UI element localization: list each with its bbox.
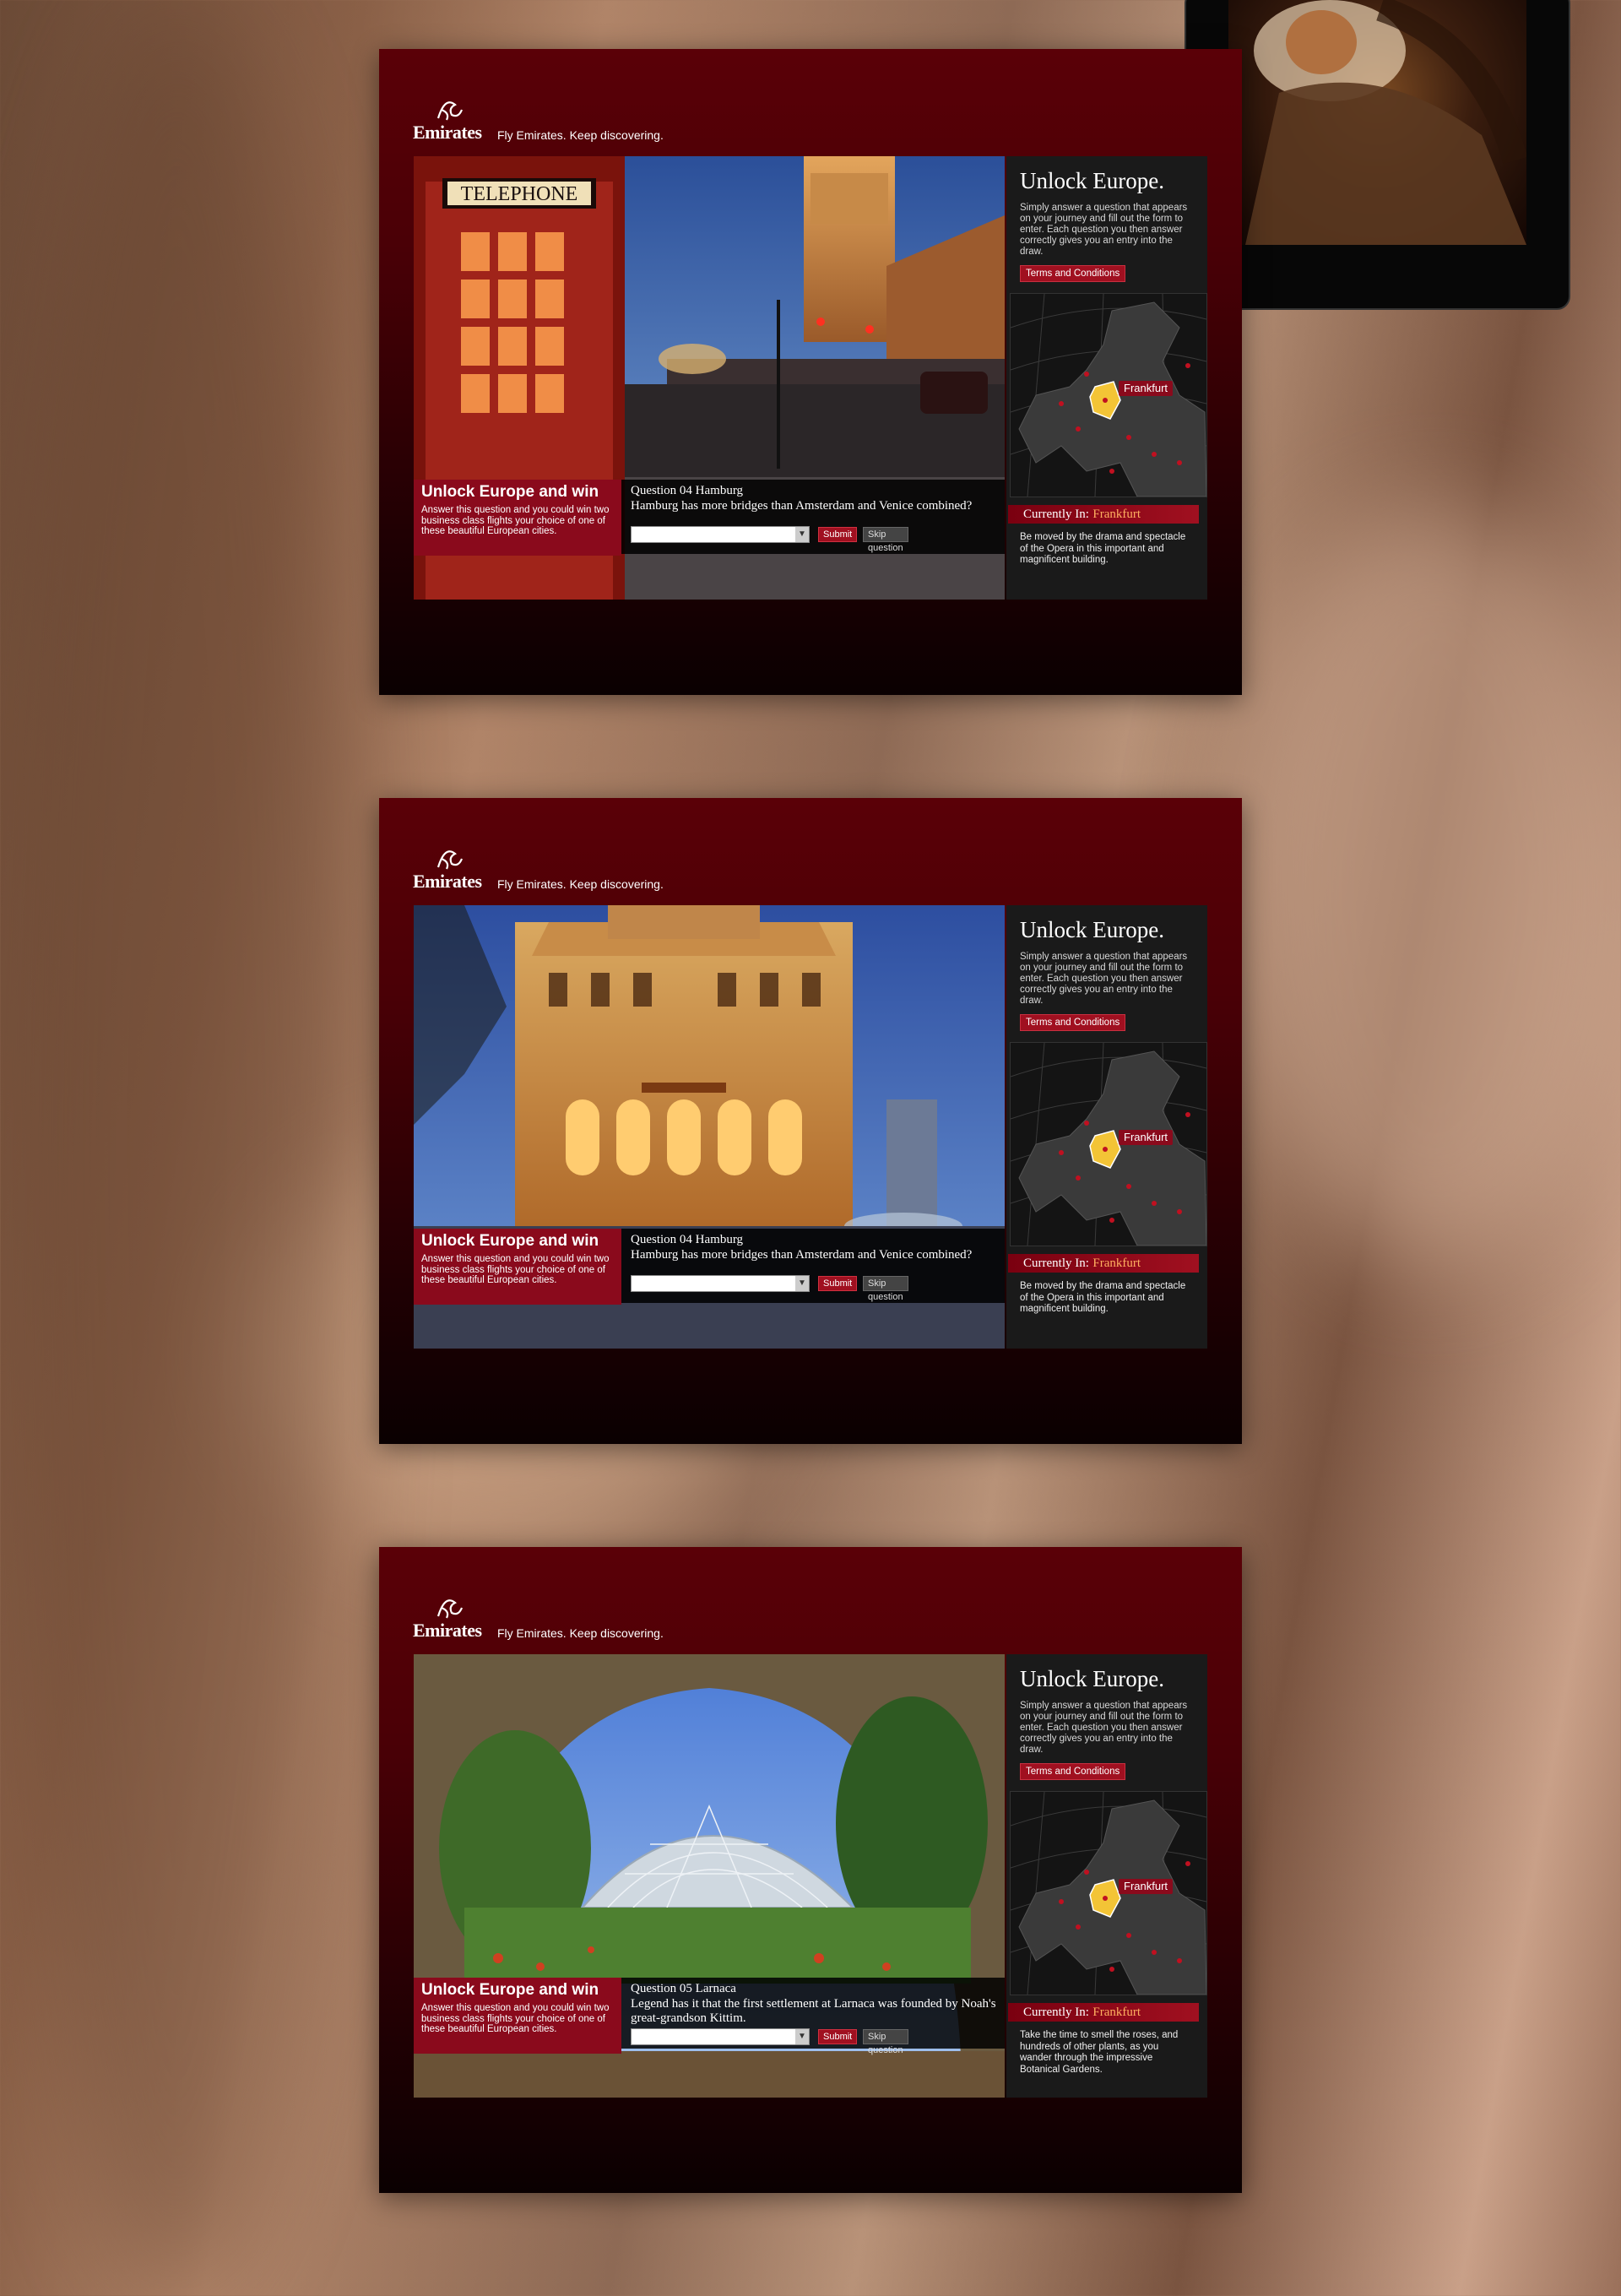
promo-text: Answer this question and you could win t… xyxy=(421,1254,610,1285)
tagline: Fly Emirates. Keep discovering. xyxy=(497,877,664,891)
answer-select[interactable]: ▼ xyxy=(631,526,810,543)
emirates-logo[interactable]: Emirates xyxy=(413,93,482,144)
phone-box-sign: TELEPHONE xyxy=(461,183,578,205)
emirates-logo[interactable]: Emirates xyxy=(413,1591,482,1642)
terms-button[interactable]: Terms and Conditions xyxy=(1020,265,1126,282)
promo-title: Unlock Europe and win xyxy=(421,1232,599,1250)
tablet-screen-photo xyxy=(1228,0,1528,245)
sidebar-title: Unlock Europe. xyxy=(1020,168,1164,193)
sidebar: Unlock Europe. Simply answer a question … xyxy=(1006,905,1207,1349)
map-pin-label[interactable]: Frankfurt xyxy=(1119,381,1174,396)
currently-in-label: Currently In: xyxy=(1023,508,1089,521)
screen-panel: Emirates Fly Emirates. Keep discovering.… xyxy=(379,1547,1242,2193)
map-pin-label[interactable]: Frankfurt xyxy=(1119,1879,1174,1894)
logo-wordmark: Emirates xyxy=(413,1620,482,1641)
emirates-calligraphy-icon xyxy=(436,1599,464,1619)
sidebar-title: Unlock Europe. xyxy=(1020,917,1164,942)
emirates-logo[interactable]: Emirates xyxy=(413,842,482,893)
background-blur xyxy=(1224,507,1621,1267)
currently-in-label: Currently In: xyxy=(1023,1257,1089,1270)
promo-text: Answer this question and you could win t… xyxy=(421,505,610,536)
current-city-description: Be moved by the drama and spectacle of t… xyxy=(1020,532,1186,565)
tablet-device xyxy=(1185,0,1570,310)
answer-select[interactable]: ▼ xyxy=(631,1275,810,1292)
chevron-down-icon[interactable]: ▼ xyxy=(795,1276,809,1291)
submit-button[interactable]: Submit xyxy=(818,527,858,542)
logo-wordmark: Emirates xyxy=(413,122,482,143)
emirates-calligraphy-icon xyxy=(436,101,464,121)
promo-box: Unlock Europe and win Answer this questi… xyxy=(414,480,621,556)
terms-button[interactable]: Terms and Conditions xyxy=(1020,1014,1126,1031)
promo-text: Answer this question and you could win t… xyxy=(421,2003,610,2034)
europe-map[interactable]: Frankfurt xyxy=(1010,1791,1207,1995)
sidebar: Unlock Europe. Simply answer a question … xyxy=(1006,156,1207,600)
promo-title: Unlock Europe and win xyxy=(421,483,599,501)
answer-select[interactable]: ▼ xyxy=(631,2028,810,2045)
skip-question-button[interactable]: Skip question xyxy=(863,1276,908,1302)
chevron-down-icon[interactable]: ▼ xyxy=(795,527,809,542)
screen-panel: Emirates Fly Emirates. Keep discovering.… xyxy=(379,49,1242,695)
currently-in-bar: Currently In: Frankfurt xyxy=(1008,505,1199,524)
background-blur xyxy=(0,0,355,2296)
question-text: Legend has it that the first settlement … xyxy=(631,1997,996,2025)
tagline: Fly Emirates. Keep discovering. xyxy=(497,1626,664,1640)
chevron-down-icon[interactable]: ▼ xyxy=(795,2029,809,2044)
promo-box: Unlock Europe and win Answer this questi… xyxy=(414,1229,621,1305)
screen-panel: Emirates Fly Emirates. Keep discovering.… xyxy=(379,798,1242,1444)
europe-map[interactable]: Frankfurt xyxy=(1010,1042,1207,1246)
question-box: Question 05 Larnaca Legend has it that t… xyxy=(621,1978,1005,2055)
question-label: Question 05 Larnaca xyxy=(631,1982,736,1995)
hero-image: Unlock Europe and win Answer this questi… xyxy=(414,905,1005,1349)
question-label: Question 04 Hamburg xyxy=(631,1233,744,1246)
sidebar: Unlock Europe. Simply answer a question … xyxy=(1006,1654,1207,2098)
current-city-description: Take the time to smell the roses, and hu… xyxy=(1020,2030,1179,2075)
skip-question-button[interactable]: Skip question xyxy=(863,527,908,553)
current-city-description: Be moved by the drama and spectacle of t… xyxy=(1020,1281,1186,1314)
question-text: Hamburg has more bridges than Amsterdam … xyxy=(631,499,973,513)
map-pin-label[interactable]: Frankfurt xyxy=(1119,1130,1174,1145)
emirates-calligraphy-icon xyxy=(436,850,464,870)
skip-question-button[interactable]: Skip question xyxy=(863,2029,908,2055)
currently-in-city: Frankfurt xyxy=(1092,1257,1141,1270)
currently-in-label: Currently In: xyxy=(1023,2006,1089,2019)
currently-in-bar: Currently In: Frankfurt xyxy=(1008,1254,1199,1273)
tagline: Fly Emirates. Keep discovering. xyxy=(497,128,664,142)
currently-in-city: Frankfurt xyxy=(1092,2006,1141,2019)
europe-map[interactable]: Frankfurt xyxy=(1010,293,1207,497)
promo-title: Unlock Europe and win xyxy=(421,1981,599,1999)
submit-button[interactable]: Submit xyxy=(818,2029,858,2044)
hero-image: TELEPHONE Unlock Europe and win Answer t… xyxy=(414,156,1005,600)
sidebar-description: Simply answer a question that appears on… xyxy=(1020,952,1188,1006)
currently-in-city: Frankfurt xyxy=(1092,508,1141,521)
sidebar-title: Unlock Europe. xyxy=(1020,1666,1164,1691)
currently-in-bar: Currently In: Frankfurt xyxy=(1008,2003,1199,2022)
terms-button[interactable]: Terms and Conditions xyxy=(1020,1763,1126,1780)
question-box: Question 04 Hamburg Hamburg has more bri… xyxy=(621,1229,1005,1303)
submit-button[interactable]: Submit xyxy=(818,1276,858,1291)
sidebar-description: Simply answer a question that appears on… xyxy=(1020,1701,1188,1755)
question-text: Hamburg has more bridges than Amsterdam … xyxy=(631,1248,973,1262)
sidebar-description: Simply answer a question that appears on… xyxy=(1020,203,1188,257)
logo-wordmark: Emirates xyxy=(413,871,482,892)
question-box: Question 04 Hamburg Hamburg has more bri… xyxy=(621,480,1005,554)
promo-box: Unlock Europe and win Answer this questi… xyxy=(414,1978,621,2054)
question-label: Question 04 Hamburg xyxy=(631,484,744,497)
hero-image: Unlock Europe and win Answer this questi… xyxy=(414,1654,1005,2098)
